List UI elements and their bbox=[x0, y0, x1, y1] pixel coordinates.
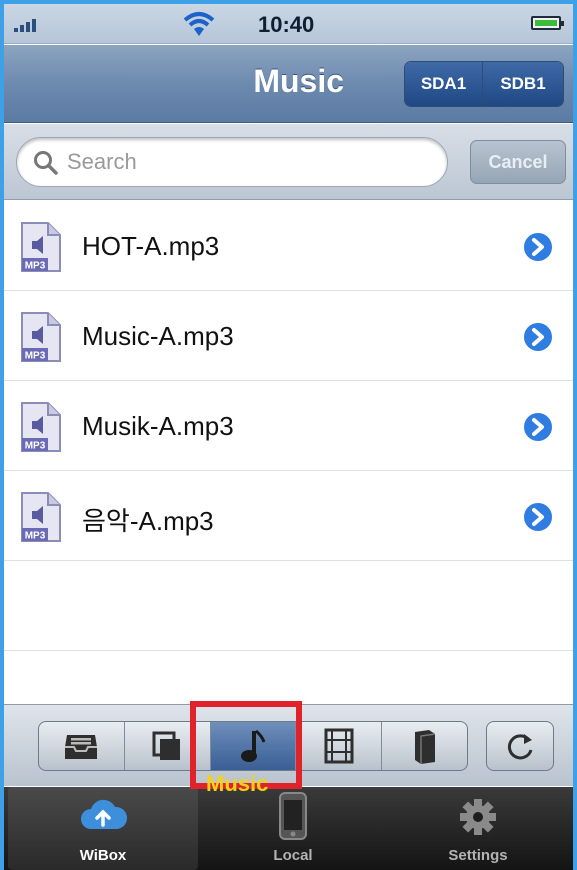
refresh-button[interactable] bbox=[486, 721, 554, 771]
svg-text:MP3: MP3 bbox=[25, 351, 46, 362]
status-bar: 10:40 bbox=[4, 4, 573, 44]
phone-screen: 10:40 Music SDA1 SDB1 Cancel M bbox=[4, 4, 573, 870]
cloud-upload-icon bbox=[81, 799, 127, 829]
detail-disclosure-icon[interactable] bbox=[522, 321, 554, 353]
iphone-icon bbox=[279, 792, 307, 840]
refresh-icon bbox=[507, 734, 533, 760]
filter-all[interactable] bbox=[39, 722, 125, 770]
list-item[interactable]: MP3 Music-A.mp3 bbox=[4, 291, 573, 381]
tab-label: Local bbox=[273, 847, 313, 864]
search-icon bbox=[34, 151, 58, 175]
cancel-button[interactable]: Cancel bbox=[470, 140, 566, 184]
list-item[interactable]: MP3 Musik-A.mp3 bbox=[4, 381, 573, 471]
search-bar: Cancel bbox=[4, 124, 573, 200]
segment-sdb1[interactable]: SDB1 bbox=[483, 62, 563, 106]
file-name: Musik-A.mp3 bbox=[82, 411, 234, 441]
filter-video[interactable] bbox=[296, 722, 383, 770]
tab-settings[interactable]: Settings bbox=[383, 787, 573, 870]
page-title: Music bbox=[253, 63, 344, 99]
detail-disclosure-icon[interactable] bbox=[522, 411, 554, 443]
status-time: 10:40 bbox=[258, 12, 315, 37]
music-highlight-label: Music bbox=[206, 771, 269, 796]
mp3-file-icon: MP3 bbox=[21, 492, 61, 542]
documents-icon bbox=[152, 731, 181, 760]
detail-disclosure-icon[interactable] bbox=[522, 501, 554, 533]
list-item[interactable]: MP3 HOT-A.mp3 bbox=[4, 201, 573, 291]
inbox-icon bbox=[65, 735, 98, 759]
svg-text:MP3: MP3 bbox=[25, 441, 46, 452]
search-field[interactable] bbox=[16, 137, 448, 187]
battery-icon bbox=[531, 16, 564, 30]
mp3-file-icon: MP3 bbox=[21, 402, 61, 452]
svg-text:MP3: MP3 bbox=[25, 531, 46, 542]
navigation-bar: Music SDA1 SDB1 bbox=[4, 45, 573, 123]
mp3-file-icon: MP3 bbox=[21, 222, 61, 272]
search-input[interactable] bbox=[67, 146, 427, 178]
file-name: 음악-A.mp3 bbox=[82, 506, 214, 536]
signal-strength-icon bbox=[14, 18, 44, 32]
tab-label: Settings bbox=[448, 847, 508, 864]
svg-text:MP3: MP3 bbox=[25, 261, 46, 272]
film-icon bbox=[324, 728, 354, 764]
file-name: Music-A.mp3 bbox=[82, 321, 234, 351]
filter-books[interactable] bbox=[382, 722, 467, 770]
list-item[interactable]: MP3 음악-A.mp3 bbox=[4, 471, 573, 561]
tab-label: WiBox bbox=[79, 847, 127, 864]
mp3-file-icon: MP3 bbox=[21, 312, 61, 362]
wifi-icon bbox=[183, 12, 215, 36]
empty-row bbox=[4, 561, 573, 651]
storage-segmented-control: SDA1 SDB1 bbox=[404, 61, 564, 107]
tab-wibox[interactable]: WiBox bbox=[8, 787, 198, 870]
gear-icon bbox=[460, 799, 496, 835]
file-name: HOT-A.mp3 bbox=[82, 231, 220, 261]
tab-local[interactable]: Local bbox=[198, 787, 388, 870]
segment-sda1[interactable]: SDA1 bbox=[405, 62, 483, 106]
tab-bar: WiBox Local Settings bbox=[4, 787, 573, 870]
detail-disclosure-icon[interactable] bbox=[522, 231, 554, 263]
file-list: MP3 HOT-A.mp3 MP3 Music-A.mp3 MP3 Musik-… bbox=[4, 201, 573, 651]
book-icon bbox=[414, 730, 435, 764]
